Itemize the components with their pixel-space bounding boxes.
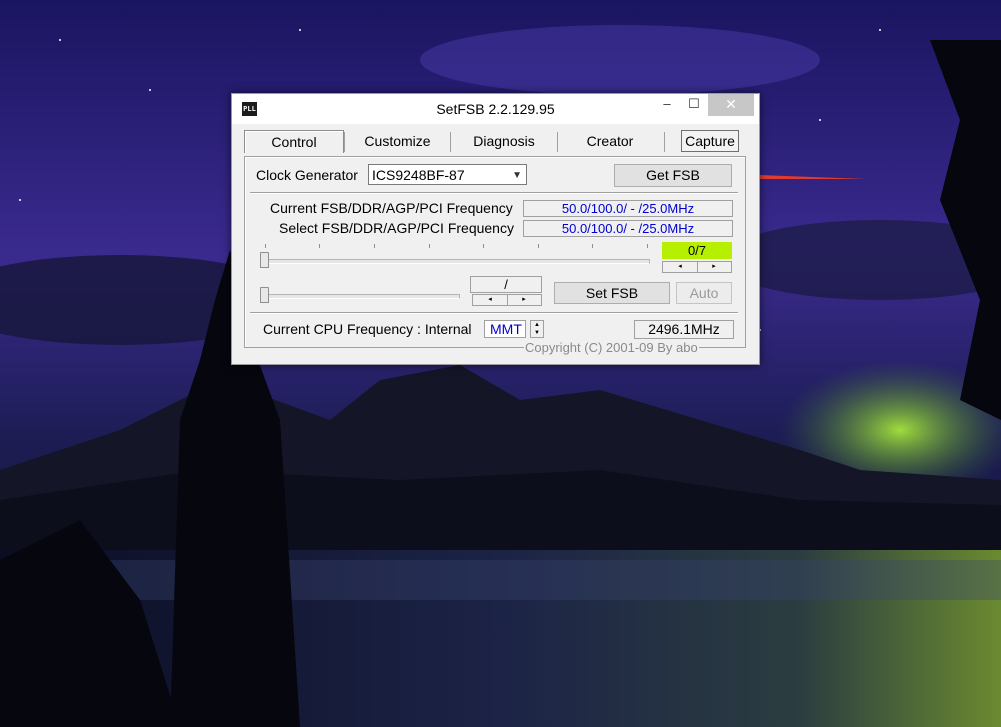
- set-fsb-button[interactable]: Set FSB: [554, 282, 670, 304]
- slider-tick: [592, 244, 593, 248]
- clock-generator-select[interactable]: ICS9248BF-87 ▼: [368, 164, 527, 185]
- title-bar[interactable]: PLL SetFSB 2.2.129.95 – ☐ ✕: [232, 94, 759, 124]
- slider-tick: [647, 244, 648, 248]
- current-frequency-value: 50.0/100.0/ - /25.0MHz: [523, 200, 733, 217]
- ratio-display: 0/7: [662, 242, 732, 259]
- divider: [250, 312, 738, 313]
- cpu-method-updown[interactable]: ▲ ▼: [530, 320, 544, 338]
- secondary-spin[interactable]: ◂ ▸: [472, 294, 542, 306]
- copyright-text: Copyright (C) 2001-09 By abo: [524, 340, 699, 355]
- tab-creator[interactable]: Creator: [559, 130, 661, 152]
- ratio-spin[interactable]: ◂ ▸: [662, 261, 732, 273]
- slider-tick: [319, 244, 320, 248]
- tab-control[interactable]: Control: [244, 130, 344, 153]
- spin-right-icon[interactable]: ▸: [697, 262, 731, 272]
- select-frequency-label: Select FSB/DDR/AGP/PCI Frequency: [279, 220, 514, 236]
- tab-diagnosis[interactable]: Diagnosis: [452, 130, 556, 152]
- setfsb-window: PLL SetFSB 2.2.129.95 – ☐ ✕ Control Cust…: [231, 93, 760, 365]
- secondary-slider-track: [264, 294, 460, 299]
- slider-tick: [483, 244, 484, 248]
- spin-left-icon[interactable]: ◂: [473, 295, 507, 305]
- down-arrow-icon[interactable]: ▼: [531, 329, 543, 337]
- spin-right-icon[interactable]: ▸: [507, 295, 541, 305]
- fsb-slider-track: [264, 259, 650, 264]
- chevron-down-icon: ▼: [512, 170, 522, 181]
- up-arrow-icon[interactable]: ▲: [531, 321, 543, 329]
- slider-tick: [374, 244, 375, 248]
- tab-divider: [557, 132, 558, 152]
- clock-generator-value: ICS9248BF-87: [372, 167, 465, 183]
- capture-button[interactable]: Capture: [681, 130, 739, 152]
- slider-tick: [538, 244, 539, 248]
- clock-generator-label: Clock Generator: [256, 167, 358, 183]
- tab-divider: [344, 132, 345, 152]
- select-frequency-value: 50.0/100.0/ - /25.0MHz: [523, 220, 733, 237]
- maximize-button[interactable]: ☐: [681, 94, 707, 116]
- close-button[interactable]: ✕: [708, 94, 754, 116]
- spin-left-icon[interactable]: ◂: [663, 262, 697, 272]
- cpu-frequency-value: 2496.1MHz: [634, 320, 734, 339]
- slider-tick: [429, 244, 430, 248]
- minimize-button[interactable]: –: [654, 94, 680, 116]
- fsb-slider-thumb[interactable]: [260, 252, 269, 268]
- tab-divider: [664, 132, 665, 152]
- auto-button[interactable]: Auto: [676, 282, 732, 304]
- tab-customize[interactable]: Customize: [347, 130, 448, 152]
- get-fsb-button[interactable]: Get FSB: [614, 164, 732, 187]
- secondary-value: /: [470, 276, 542, 293]
- secondary-slider-thumb[interactable]: [260, 287, 269, 303]
- current-frequency-label: Current FSB/DDR/AGP/PCI Frequency: [270, 200, 513, 216]
- tab-divider: [450, 132, 451, 152]
- divider: [250, 192, 738, 193]
- slider-tick: [265, 244, 266, 248]
- cpu-method-field[interactable]: MMT: [484, 320, 526, 338]
- cpu-frequency-label: Current CPU Frequency : Internal: [263, 321, 472, 337]
